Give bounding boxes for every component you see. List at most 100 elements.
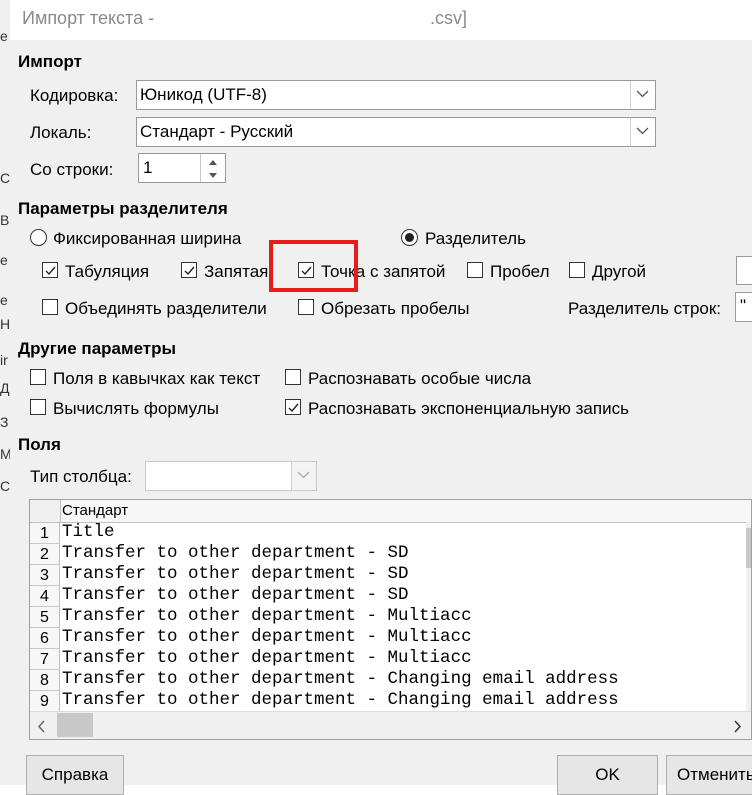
radio-selected-dot — [405, 233, 414, 242]
trim-spaces-label: Обрезать пробелы — [321, 299, 470, 318]
other-label: Другой — [592, 262, 647, 281]
merge-delimiters-checkbox[interactable] — [42, 299, 58, 315]
table-row[interactable]: 3 Transfer to other department - SD — [30, 565, 751, 586]
chevron-down-icon[interactable] — [630, 81, 655, 109]
separated-label: Разделитель — [425, 229, 526, 248]
merge-delimiters-label: Объединять разделители — [65, 299, 267, 318]
scroll-left-icon[interactable] — [37, 718, 46, 738]
background-text: Н — [0, 316, 10, 332]
table-cell[interactable]: Transfer to other department - Changing … — [62, 670, 619, 689]
background-text: Д — [0, 380, 10, 396]
column-header[interactable]: Стандарт — [62, 502, 128, 519]
table-cell[interactable]: Transfer to other department - SD — [62, 565, 409, 584]
grid-corner — [30, 500, 61, 522]
table-row[interactable]: 2 Transfer to other department - SD — [30, 544, 751, 565]
table-row[interactable]: 7 Transfer to other department - Multiacc — [30, 649, 751, 670]
from-row-spinner[interactable]: 1 — [138, 153, 226, 183]
chevron-down-icon[interactable] — [291, 462, 316, 490]
row-number[interactable]: 5 — [30, 607, 60, 628]
row-number[interactable]: 4 — [30, 586, 60, 607]
column-type-select[interactable] — [145, 461, 317, 491]
background-text: М — [0, 446, 10, 462]
table-cell[interactable]: Transfer to other department - Multiacc — [62, 607, 472, 626]
table-cell[interactable]: Transfer to other department - Multiacc — [62, 628, 472, 647]
red-highlight-box — [269, 240, 358, 292]
string-delimiter-select[interactable]: " — [735, 292, 752, 322]
table-row[interactable]: 9 Transfer to other department - Changing… — [30, 691, 751, 712]
locale-label: Локаль: — [30, 123, 92, 142]
table-row[interactable]: 4 Transfer to other department - SD — [30, 586, 751, 607]
row-number[interactable]: 3 — [30, 565, 60, 586]
row-number[interactable]: 2 — [30, 544, 60, 565]
table-cell[interactable]: Transfer to other department - SD — [62, 544, 409, 563]
row-number[interactable]: 1 — [30, 523, 60, 544]
string-delimiter-value: " — [740, 296, 747, 315]
title-bar: Импорт текста - .csv] — [10, 0, 752, 40]
table-row[interactable]: 1 Title — [30, 523, 751, 544]
table-row[interactable]: 6 Transfer to other department - Multiacc — [30, 628, 751, 649]
row-number[interactable]: 6 — [30, 628, 60, 649]
horizontal-scrollbar[interactable] — [30, 711, 751, 739]
table-row[interactable]: 5 Transfer to other department - Multiacc — [30, 607, 751, 628]
separated-radio[interactable] — [401, 229, 418, 246]
row-number[interactable]: 9 — [30, 691, 60, 712]
quoted-as-text-label: Поля в кавычках как текст — [53, 369, 261, 388]
background-text: е — [0, 292, 8, 308]
detect-scientific-checkbox[interactable] — [285, 399, 301, 415]
detect-special-numbers-checkbox[interactable] — [285, 369, 301, 385]
help-button[interactable]: Справка — [26, 755, 124, 795]
column-type-label: Тип столбца: — [30, 467, 132, 486]
fixed-width-radio[interactable] — [30, 229, 47, 246]
preview-grid[interactable]: Стандарт 1 Title 2 Transfer to other depart… — [29, 499, 752, 740]
evaluate-formulas-label: Вычислять формулы — [53, 399, 219, 418]
table-cell[interactable]: Title — [62, 523, 115, 542]
vertical-scrollbar[interactable] — [746, 522, 751, 712]
quoted-as-text-checkbox[interactable] — [30, 369, 46, 385]
other-separator-input[interactable] — [736, 256, 752, 285]
spin-down-icon[interactable] — [200, 168, 225, 182]
other-checkbox[interactable] — [569, 262, 585, 278]
comma-label: Запятая — [204, 262, 269, 281]
string-delimiter-label: Разделитель строк: — [568, 299, 722, 318]
background-text: В — [0, 212, 10, 228]
background-text: С — [0, 170, 10, 186]
tab-checkbox[interactable] — [42, 262, 58, 278]
vertical-scroll-thumb[interactable] — [746, 528, 751, 568]
other-options-section-title: Другие параметры — [18, 339, 177, 358]
fixed-width-label: Фиксированная ширина — [53, 229, 242, 248]
cancel-button[interactable]: Отменить — [666, 755, 752, 795]
from-row-label: Со строки: — [30, 160, 114, 179]
background-text: е — [0, 252, 8, 268]
import-section-title: Импорт — [18, 52, 82, 71]
tab-label: Табуляция — [65, 262, 150, 281]
evaluate-formulas-checkbox[interactable] — [30, 399, 46, 415]
fields-section-title: Поля — [18, 435, 61, 454]
encoding-label: Кодировка: — [30, 86, 119, 105]
background-text: ir — [0, 352, 8, 368]
locale-value: Стандарт - Русский — [140, 122, 294, 141]
window-title-suffix: .csv] — [430, 8, 468, 28]
chevron-down-icon[interactable] — [630, 118, 655, 146]
from-row-value: 1 — [143, 158, 153, 177]
background-text: З — [0, 414, 9, 430]
trim-spaces-checkbox[interactable] — [298, 299, 314, 315]
table-cell[interactable]: Transfer to other department - Changing … — [62, 691, 619, 710]
row-number[interactable]: 8 — [30, 670, 60, 691]
space-checkbox[interactable] — [467, 262, 483, 278]
table-cell[interactable]: Transfer to other department - SD — [62, 586, 409, 605]
row-number[interactable]: 7 — [30, 649, 60, 670]
comma-checkbox[interactable] — [181, 262, 197, 278]
horizontal-scroll-thumb[interactable] — [57, 713, 93, 737]
space-label: Пробел — [490, 262, 550, 281]
spin-up-icon[interactable] — [200, 154, 225, 169]
locale-select[interactable]: Стандарт - Русский — [136, 117, 656, 147]
scroll-right-icon[interactable] — [733, 718, 742, 738]
separator-section-title: Параметры разделителя — [18, 199, 228, 218]
table-cell[interactable]: Transfer to other department - Multiacc — [62, 649, 472, 668]
grid-header: Стандарт — [30, 500, 751, 523]
table-row[interactable]: 8 Transfer to other department - Changing… — [30, 670, 751, 691]
window-title: Импорт текста - — [22, 8, 155, 28]
detect-scientific-label: Распознавать экспоненциальную запись — [308, 399, 629, 418]
encoding-select[interactable]: Юникод (UTF-8) — [136, 80, 656, 110]
ok-button[interactable]: OK — [557, 755, 658, 795]
